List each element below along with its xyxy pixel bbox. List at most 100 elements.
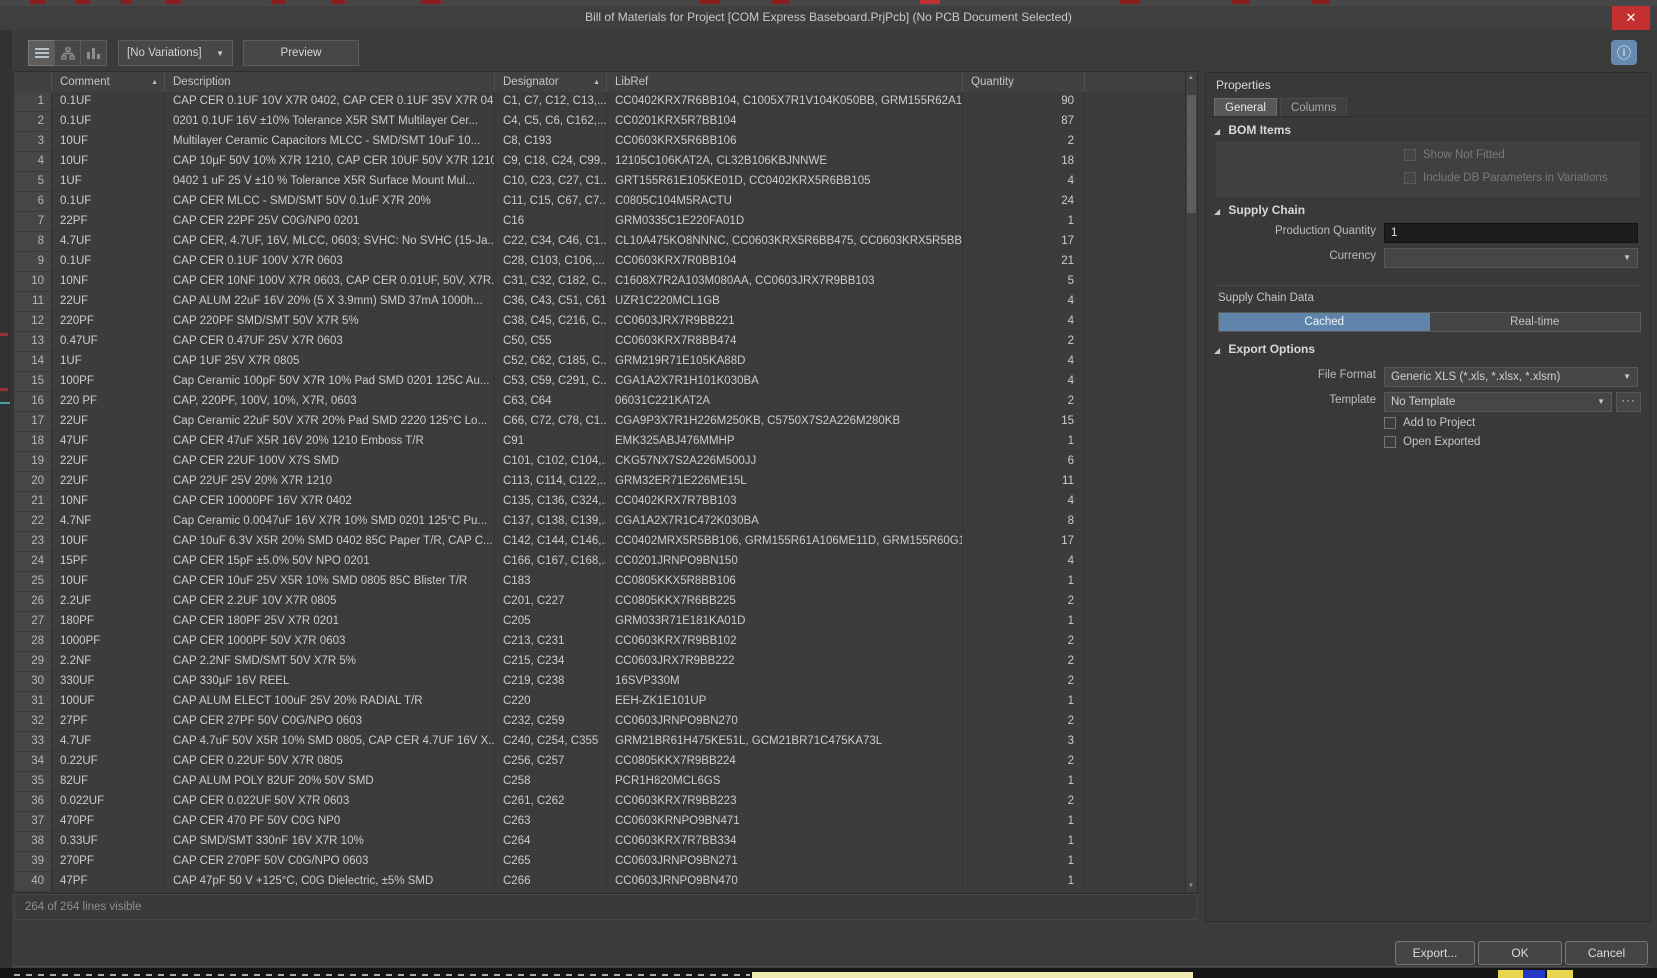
designator-cell[interactable]: C137, C138, C139,...	[495, 512, 607, 532]
comment-cell[interactable]: 22UF	[52, 292, 165, 312]
description-cell[interactable]: Cap Ceramic 0.0047uF 16V X7R 10% SMD 020…	[165, 512, 495, 532]
comment-cell[interactable]: 4.7UF	[52, 732, 165, 752]
designator-cell[interactable]: C266	[495, 872, 607, 892]
table-row[interactable]: 37 470PF CAP CER 470 PF 50V C0G NP0 C263…	[14, 812, 1185, 832]
comment-cell[interactable]: 0.1UF	[52, 192, 165, 212]
table-row[interactable]: 7 22PF CAP CER 22PF 25V C0G/NP0 0201 C16…	[14, 212, 1185, 232]
quantity-cell[interactable]: 6	[963, 452, 1085, 472]
row-number-cell[interactable]: 6	[14, 192, 52, 212]
quantity-cell[interactable]: 2	[963, 752, 1085, 772]
designator-cell[interactable]: C16	[495, 212, 607, 232]
description-cell[interactable]: CAP 330µF 16V REEL	[165, 672, 495, 692]
quantity-cell[interactable]: 2	[963, 672, 1085, 692]
designator-cell[interactable]: C213, C231	[495, 632, 607, 652]
designator-cell[interactable]: C10, C23, C27, C1...	[495, 172, 607, 192]
description-cell[interactable]: CAP CER 470 PF 50V C0G NP0	[165, 812, 495, 832]
table-row[interactable]: 12 220PF CAP 220PF SMD/SMT 50V X7R 5% C3…	[14, 312, 1185, 332]
comment-cell[interactable]: 330UF	[52, 672, 165, 692]
quantity-cell[interactable]: 3	[963, 732, 1085, 752]
designator-cell[interactable]: C9, C18, C24, C99...	[495, 152, 607, 172]
libref-cell[interactable]: CC0603KRX7R9BB223	[607, 792, 963, 812]
designator-cell[interactable]: C66, C72, C78, C1...	[495, 412, 607, 432]
comment-cell[interactable]: 270PF	[52, 852, 165, 872]
tab-columns[interactable]: Columns	[1280, 98, 1347, 117]
libref-cell[interactable]: CGA9P3X7R1H226M250KB, C5750X7S2A226M280K…	[607, 412, 963, 432]
row-number-cell[interactable]: 10	[14, 272, 52, 292]
description-cell[interactable]: CAP ALUM POLY 82UF 20% 50V SMD	[165, 772, 495, 792]
designator-cell[interactable]: C63, C64	[495, 392, 607, 412]
table-row[interactable]: 31 100UF CAP ALUM ELECT 100uF 25V 20% RA…	[14, 692, 1185, 712]
info-button[interactable]: ⓘ	[1611, 40, 1637, 65]
table-row[interactable]: 33 4.7UF CAP 4.7uF 50V X5R 10% SMD 0805,…	[14, 732, 1185, 752]
comment-cell[interactable]: 220PF	[52, 312, 165, 332]
quantity-cell[interactable]: 1	[963, 832, 1085, 852]
currency-dropdown[interactable]: ▼	[1384, 248, 1638, 268]
comment-cell[interactable]: 0.022UF	[52, 792, 165, 812]
quantity-cell[interactable]: 2	[963, 332, 1085, 352]
designator-cell[interactable]: C36, C43, C51, C61	[495, 292, 607, 312]
row-number-cell[interactable]: 13	[14, 332, 52, 352]
comment-cell[interactable]: 0.22UF	[52, 752, 165, 772]
description-cell[interactable]: 0201 0.1UF 16V ±10% Tolerance X5R SMT Mu…	[165, 112, 495, 132]
libref-cell[interactable]: CC0603JRNPO9BN470	[607, 872, 963, 892]
tree-view-button[interactable]	[54, 40, 81, 66]
row-number-cell[interactable]: 27	[14, 612, 52, 632]
designator-cell[interactable]: C28, C103, C106,...	[495, 252, 607, 272]
row-number-cell[interactable]: 1	[14, 92, 52, 112]
quantity-cell[interactable]: 1	[963, 572, 1085, 592]
designator-cell[interactable]: C205	[495, 612, 607, 632]
table-row[interactable]: 36 0.022UF CAP CER 0.022UF 50V X7R 0603 …	[14, 792, 1185, 812]
designator-cell[interactable]: C219, C238	[495, 672, 607, 692]
row-number-cell[interactable]: 11	[14, 292, 52, 312]
designator-cell[interactable]: C258	[495, 772, 607, 792]
table-row[interactable]: 24 15PF CAP CER 15pF ±5.0% 50V NPO 0201 …	[14, 552, 1185, 572]
table-row[interactable]: 22 4.7NF Cap Ceramic 0.0047uF 16V X7R 10…	[14, 512, 1185, 532]
libref-cell[interactable]: CC0402MRX5R5BB106, GRM155R61A106ME11D, G…	[607, 532, 963, 552]
table-row[interactable]: 4 10UF CAP 10µF 50V 10% X7R 1210, CAP CE…	[14, 152, 1185, 172]
quantity-cell[interactable]: 18	[963, 152, 1085, 172]
description-cell[interactable]: CAP CER 0.1UF 100V X7R 0603	[165, 252, 495, 272]
scrollbar-thumb[interactable]	[1187, 95, 1196, 213]
libref-cell[interactable]: EEH-ZK1E101UP	[607, 692, 963, 712]
comment-cell[interactable]: 15PF	[52, 552, 165, 572]
comment-cell[interactable]: 82UF	[52, 772, 165, 792]
libref-cell[interactable]: CC0805KKX7R9BB224	[607, 752, 963, 772]
quantity-cell[interactable]: 21	[963, 252, 1085, 272]
description-cell[interactable]: Multilayer Ceramic Capacitors MLCC - SMD…	[165, 132, 495, 152]
designator-cell[interactable]: C91	[495, 432, 607, 452]
libref-cell[interactable]: CC0603JRNPO9BN270	[607, 712, 963, 732]
comment-cell[interactable]: 1000PF	[52, 632, 165, 652]
description-cell[interactable]: Cap Ceramic 100pF 50V X7R 10% Pad SMD 02…	[165, 372, 495, 392]
row-number-cell[interactable]: 21	[14, 492, 52, 512]
scroll-up-icon[interactable]: ▲	[1188, 75, 1194, 81]
row-number-cell[interactable]: 33	[14, 732, 52, 752]
column-header-libref[interactable]: LibRef	[607, 72, 963, 92]
designator-cell[interactable]: C142, C144, C146,...	[495, 532, 607, 552]
table-row[interactable]: 10 10NF CAP CER 10NF 100V X7R 0603, CAP …	[14, 272, 1185, 292]
libref-cell[interactable]: CKG57NX7S2A226M500JJ	[607, 452, 963, 472]
comment-cell[interactable]: 100UF	[52, 692, 165, 712]
comment-cell[interactable]: 10UF	[52, 132, 165, 152]
libref-cell[interactable]: CL10A475KO8NNNC, CC0603KRX5R6BB475, CC06…	[607, 232, 963, 252]
description-cell[interactable]: CAP CER 22UF 100V X7S SMD	[165, 452, 495, 472]
variations-dropdown[interactable]: [No Variations] ▼	[118, 40, 233, 66]
description-cell[interactable]: CAP CER, 4.7UF, 16V, MLCC, 0603; SVHC: N…	[165, 232, 495, 252]
section-supply-chain[interactable]: ◢ Supply Chain	[1214, 203, 1305, 217]
libref-cell[interactable]: 12105C106KAT2A, CL32B106KBJNNWE	[607, 152, 963, 172]
row-number-cell[interactable]: 31	[14, 692, 52, 712]
designator-cell[interactable]: C11, C15, C67, C7...	[495, 192, 607, 212]
realtime-segment[interactable]: Real-time	[1430, 313, 1641, 331]
section-export-options[interactable]: ◢ Export Options	[1214, 342, 1315, 356]
comment-cell[interactable]: 22UF	[52, 472, 165, 492]
comment-cell[interactable]: 2.2NF	[52, 652, 165, 672]
designator-cell[interactable]: C135, C136, C324,...	[495, 492, 607, 512]
row-number-cell[interactable]: 25	[14, 572, 52, 592]
libref-cell[interactable]: EMK325ABJ476MMHP	[607, 432, 963, 452]
quantity-cell[interactable]: 2	[963, 392, 1085, 412]
comment-cell[interactable]: 27PF	[52, 712, 165, 732]
libref-cell[interactable]: UZR1C220MCL1GB	[607, 292, 963, 312]
description-cell[interactable]: CAP ALUM 22uF 16V 20% (5 X 3.9mm) SMD 37…	[165, 292, 495, 312]
comment-cell[interactable]: 22UF	[52, 412, 165, 432]
table-row[interactable]: 38 0.33UF CAP SMD/SMT 330nF 16V X7R 10% …	[14, 832, 1185, 852]
libref-cell[interactable]: C0805C104M5RACTU	[607, 192, 963, 212]
